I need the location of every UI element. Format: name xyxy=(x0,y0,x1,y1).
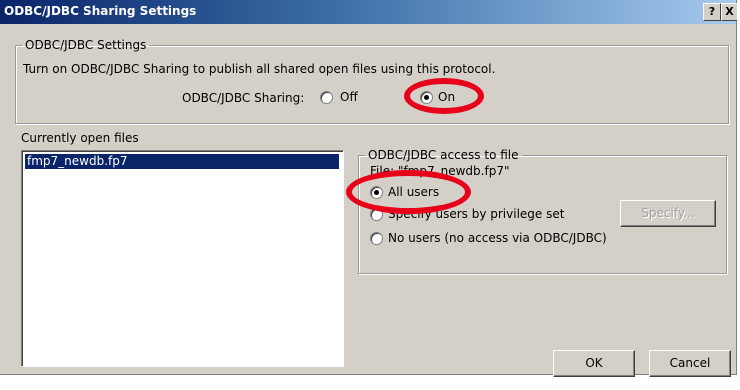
list-item[interactable]: fmp7_newdb.fp7 xyxy=(25,154,339,169)
close-button[interactable]: X xyxy=(721,3,737,21)
help-button[interactable]: ? xyxy=(703,3,721,21)
no-users-label: No users (no access via ODBC/JDBC) xyxy=(388,231,607,245)
settings-description: Turn on ODBC/JDBC Sharing to publish all… xyxy=(23,62,496,76)
sharing-off-radio[interactable] xyxy=(320,91,333,104)
settings-group-legend: ODBC/JDBC Settings xyxy=(25,38,147,52)
window-title: ODBC/JDBC Sharing Settings xyxy=(4,4,197,18)
open-files-label: Currently open files xyxy=(21,131,139,145)
settings-group: ODBC/JDBC Settings xyxy=(15,38,729,124)
open-files-list[interactable]: fmp7_newdb.fp7 xyxy=(21,150,344,367)
ok-button[interactable]: OK xyxy=(553,350,635,377)
sharing-off-label: Off xyxy=(340,90,358,104)
sharing-label: ODBC/JDBC Sharing: xyxy=(182,91,305,105)
odbc-jdbc-sharing-dialog: ODBC/JDBC Sharing Settings ? X ODBC/JDBC… xyxy=(0,0,737,377)
title-bar: ODBC/JDBC Sharing Settings ? X xyxy=(0,0,737,24)
specify-button[interactable]: Specify... xyxy=(620,200,716,227)
cancel-button[interactable]: Cancel xyxy=(649,350,731,377)
highlight-circle-on xyxy=(404,78,484,114)
access-no-users-option[interactable]: No users (no access via ODBC/JDBC) xyxy=(370,230,610,246)
no-users-radio[interactable] xyxy=(370,232,383,245)
sharing-off-option[interactable]: Off xyxy=(320,89,370,105)
access-group-legend: ODBC/JDBC access to file xyxy=(368,148,519,162)
highlight-circle-all-users xyxy=(346,170,471,214)
